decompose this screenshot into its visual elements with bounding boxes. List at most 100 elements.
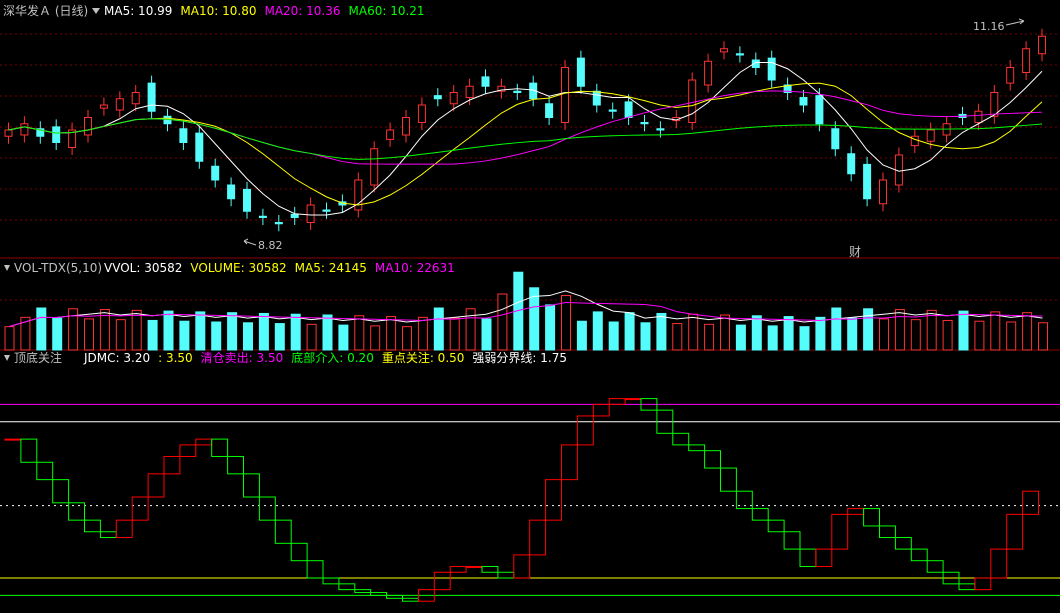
volume-bar[interactable]: [656, 312, 667, 351]
volume-bar[interactable]: [195, 311, 206, 351]
candle-body[interactable]: [656, 128, 665, 131]
volume-bar[interactable]: [4, 326, 15, 351]
volume-bar[interactable]: [672, 323, 683, 351]
volume-bar[interactable]: [417, 316, 428, 351]
candle-body[interactable]: [4, 129, 13, 137]
volume-bar[interactable]: [735, 324, 746, 351]
candle-body[interactable]: [545, 103, 554, 118]
candle-body[interactable]: [910, 135, 919, 147]
volume-bar[interactable]: [926, 309, 937, 351]
candle-body[interactable]: [179, 128, 188, 143]
volume-bar[interactable]: [274, 323, 285, 351]
candle-body[interactable]: [926, 129, 935, 142]
candle-body[interactable]: [815, 95, 824, 125]
candle-body[interactable]: [640, 122, 649, 125]
volume-bar[interactable]: [481, 318, 492, 351]
volume-bar[interactable]: [974, 320, 985, 351]
volume-bar[interactable]: [84, 318, 94, 351]
candle-body[interactable]: [322, 209, 331, 212]
candle-body[interactable]: [592, 90, 601, 106]
volume-bar[interactable]: [243, 322, 253, 351]
chart-canvas[interactable]: 深华发Ａ (日线) MA5: 10.99 MA10: 10.80 MA20: 10.…: [0, 0, 1060, 613]
volume-bar[interactable]: [990, 311, 1001, 351]
volume-bar[interactable]: [1038, 322, 1048, 351]
volume-bar[interactable]: [720, 314, 730, 351]
volume-bar[interactable]: [1006, 321, 1017, 351]
candle-body[interactable]: [847, 153, 856, 175]
volume-bar[interactable]: [449, 317, 460, 351]
volume-bar[interactable]: [799, 326, 810, 351]
candle-body[interactable]: [688, 79, 697, 123]
candle-body[interactable]: [290, 213, 299, 218]
candle-body[interactable]: [1022, 48, 1031, 73]
candle-body[interactable]: [370, 148, 379, 186]
candle-body[interactable]: [84, 117, 92, 136]
candle-body[interactable]: [608, 109, 617, 112]
volume-bar[interactable]: [894, 309, 905, 351]
candle-body[interactable]: [863, 163, 872, 200]
volume-bar[interactable]: [497, 293, 508, 351]
candle-body[interactable]: [52, 126, 61, 143]
candle-body[interactable]: [306, 204, 315, 223]
candlestick-chart[interactable]: [4, 28, 1046, 232]
volume-bar[interactable]: [306, 323, 317, 351]
candle-body[interactable]: [1006, 67, 1015, 84]
volume-bar[interactable]: [831, 307, 842, 351]
candle-body[interactable]: [274, 222, 283, 225]
volume-bar[interactable]: [211, 321, 222, 351]
candle-body[interactable]: [449, 92, 458, 105]
volume-bar[interactable]: [576, 320, 587, 351]
candle-body[interactable]: [465, 85, 474, 98]
jdmc-step-chart[interactable]: [0, 398, 1060, 602]
volume-bar[interactable]: [608, 321, 619, 351]
candle-body[interactable]: [799, 97, 808, 106]
candle-body[interactable]: [115, 98, 124, 111]
volume-bar[interactable]: [640, 322, 651, 351]
candle-body[interactable]: [704, 60, 713, 86]
candle-body[interactable]: [720, 48, 728, 53]
volume-bar[interactable]: [958, 310, 969, 351]
volume-bar[interactable]: [910, 319, 921, 351]
candle-body[interactable]: [227, 184, 236, 200]
volume-chart[interactable]: [4, 271, 1048, 351]
candle-body[interactable]: [99, 104, 108, 109]
panel-toggle-icon[interactable]: [4, 355, 10, 361]
volume-bar[interactable]: [179, 320, 190, 351]
candle-body[interactable]: [767, 57, 776, 81]
candle-body[interactable]: [195, 132, 204, 162]
candle-body[interactable]: [974, 110, 983, 123]
finance-event-marker[interactable]: 财: [849, 245, 861, 259]
candle-body[interactable]: [417, 104, 426, 123]
volume-bar[interactable]: [688, 313, 699, 351]
volume-bar[interactable]: [290, 313, 301, 351]
volume-bar[interactable]: [815, 316, 826, 351]
candle-body[interactable]: [258, 215, 267, 218]
volume-bar[interactable]: [36, 307, 47, 351]
volume-bar[interactable]: [115, 319, 126, 351]
volume-bar[interactable]: [879, 318, 889, 351]
volume-bar[interactable]: [592, 311, 603, 351]
down-triangle-icon[interactable]: [92, 8, 100, 14]
candle-body[interactable]: [624, 101, 633, 118]
volume-bar[interactable]: [258, 312, 269, 351]
panel-toggle-icon[interactable]: [4, 265, 10, 271]
candle-body[interactable]: [1038, 35, 1046, 55]
volume-bar[interactable]: [402, 326, 412, 351]
volume-bar[interactable]: [163, 310, 174, 351]
volume-bar[interactable]: [227, 312, 238, 351]
candle-body[interactable]: [433, 95, 442, 100]
candle-body[interactable]: [561, 67, 569, 123]
candle-body[interactable]: [386, 129, 395, 140]
candle-body[interactable]: [243, 188, 251, 212]
candle-body[interactable]: [20, 123, 29, 136]
volume-bar[interactable]: [433, 307, 444, 351]
candle-body[interactable]: [147, 82, 156, 112]
candle-body[interactable]: [831, 128, 840, 150]
volume-bar[interactable]: [751, 315, 762, 351]
candle-body[interactable]: [131, 92, 140, 105]
volume-bar[interactable]: [847, 317, 858, 351]
volume-bar[interactable]: [131, 309, 142, 351]
volume-bar[interactable]: [52, 317, 63, 351]
volume-bar[interactable]: [370, 325, 381, 351]
candle-body[interactable]: [879, 179, 887, 205]
